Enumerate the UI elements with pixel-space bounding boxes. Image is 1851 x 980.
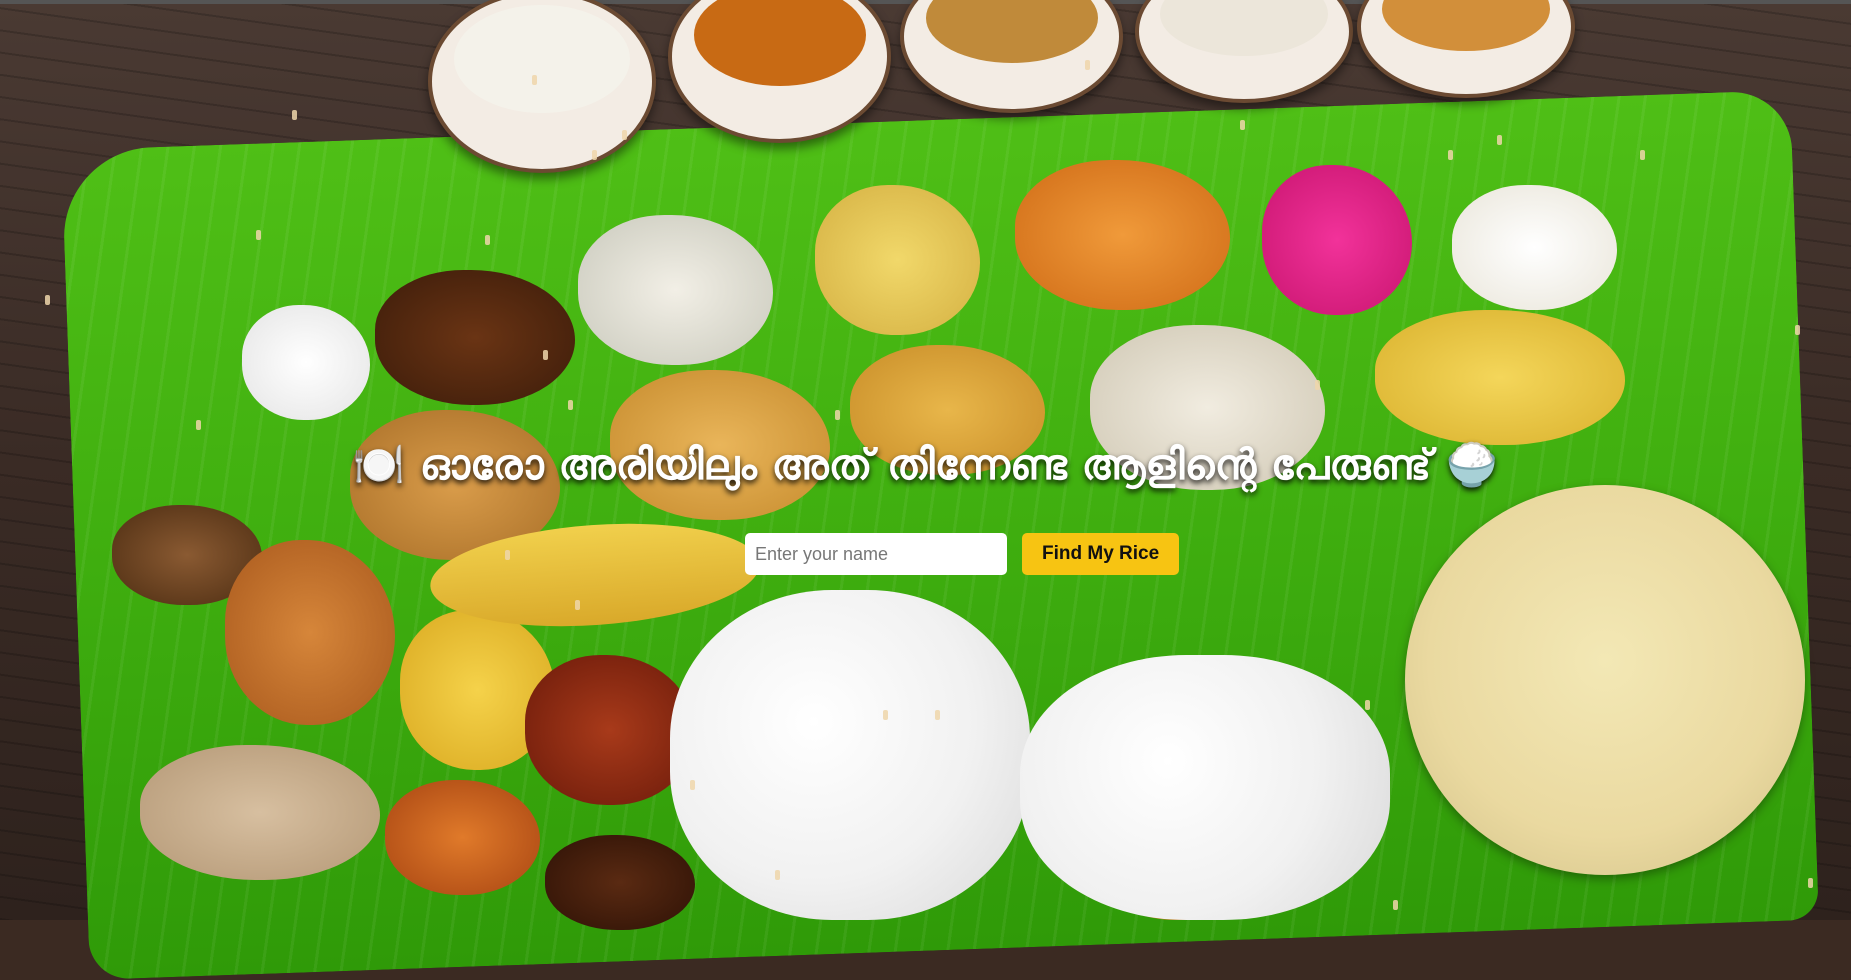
petal-decoration [690,780,695,790]
lime-pickle [385,780,540,895]
petal-decoration [196,420,201,430]
petal-decoration [543,350,548,360]
petal-decoration [1640,150,1645,160]
petal-decoration [505,550,510,560]
parippu-vada [225,540,395,725]
petal-decoration [575,600,580,610]
name-input[interactable] [745,533,1007,575]
petal-decoration [622,130,627,140]
page-headline: 🍽️ ഓരോ അരിയിലും അത് തിന്നേണ്ട ആളിന്റെ പേ… [352,440,1499,489]
thoran-yellow-dish [815,185,980,335]
kichadi-dish [1452,185,1617,310]
petal-decoration [256,230,261,240]
petal-decoration [835,410,840,420]
find-my-rice-button[interactable]: Find My Rice [1022,533,1180,575]
petal-decoration [1315,380,1320,390]
beetroot-pachadi-dish [1262,165,1412,315]
petal-decoration [45,295,50,305]
petal-decoration [775,870,780,880]
kalan-dish [140,745,380,880]
petal-decoration [568,400,573,410]
petal-decoration [1808,878,1813,888]
olan-dish [1375,310,1625,445]
name-form: Find My Rice [745,533,1180,575]
puli-inji-dish [375,270,575,405]
avial-dish [578,215,773,365]
petal-decoration [1497,135,1502,145]
petal-decoration [1795,325,1800,335]
rice-mound-left [670,590,1030,920]
petal-decoration [883,710,888,720]
orange-curry-dish [1015,160,1230,310]
petal-decoration [1240,120,1245,130]
inji-curry [545,835,695,930]
petal-decoration [1448,150,1453,160]
petal-decoration [592,150,597,160]
petal-decoration [1365,700,1370,710]
petal-decoration [1393,900,1398,910]
rice-mound-right [1020,655,1390,920]
petal-decoration [485,235,490,245]
petal-decoration [1085,60,1090,70]
petal-decoration [532,75,537,85]
petal-decoration [935,710,940,720]
petal-decoration [292,110,297,120]
pappadam [1405,485,1805,875]
salt-dish [242,305,370,420]
